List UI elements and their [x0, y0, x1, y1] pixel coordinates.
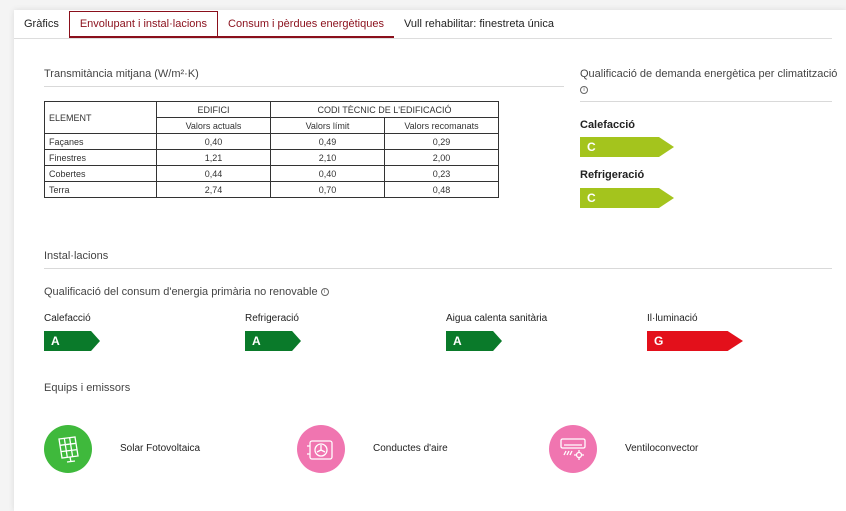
consum-label-calefaccio: Calefacció — [44, 313, 91, 324]
table-row: Cobertes 0,44 0,40 0,23 — [44, 165, 499, 182]
consum-grade-acs: A — [446, 331, 502, 351]
header-limit: Valors límit — [270, 117, 385, 134]
header-codi: CODI TÈCNIC DE L'EDIFICACIÓ — [270, 101, 499, 118]
cell-recomanat: 2,00 — [384, 149, 499, 166]
info-icon[interactable]: i — [580, 86, 588, 95]
consum-grade-illuminacio: G — [647, 331, 743, 351]
consum-label-illuminacio: Il·luminació — [647, 313, 698, 324]
cell-element: Finestres — [44, 149, 157, 166]
transmittance-title: Transmitància mitjana (W/m²·K) — [44, 68, 199, 80]
demand-grade-calefaccio: C — [580, 137, 674, 157]
tab-rehabilitar[interactable]: Vull rehabilitar: finestreta única — [394, 12, 564, 38]
table-row: Terra 2,74 0,70 0,48 — [44, 181, 499, 198]
demand-label-calefaccio: Calefacció — [580, 119, 636, 131]
divider — [580, 101, 832, 102]
info-icon[interactable]: i — [320, 288, 329, 297]
equip-label: Ventiloconvector — [625, 443, 699, 454]
demand-info[interactable]: i — [580, 84, 588, 96]
tab-envolupant[interactable]: Envolupant i instal·lacions — [68, 11, 219, 38]
equip-icon-circle — [549, 425, 597, 473]
equip-icon-circle — [44, 425, 92, 473]
consum-label-refrigeracio: Refrigeració — [245, 313, 299, 324]
cell-element: Terra — [44, 181, 157, 198]
solar-panel-icon — [58, 436, 79, 463]
equip-icon-circle — [297, 425, 345, 473]
cell-recomanat: 0,29 — [384, 133, 499, 150]
divider — [44, 268, 832, 269]
installations-title: Instal·lacions — [44, 250, 109, 262]
cell-limit: 0,49 — [270, 133, 385, 150]
consum-title: Qualificació del consum d'energia primàr… — [44, 286, 329, 298]
header-actuals: Valors actuals — [156, 117, 271, 134]
consum-grade-refrigeracio: A — [245, 331, 301, 351]
cell-limit: 2,10 — [270, 149, 385, 166]
table-row: Finestres 1,21 2,10 2,00 — [44, 149, 499, 166]
table-row: Façanes 0,40 0,49 0,29 — [44, 133, 499, 150]
cell-recomanat: 0,23 — [384, 165, 499, 182]
cell-actual: 0,44 — [156, 165, 271, 182]
demand-title: Qualificació de demanda energètica per c… — [580, 68, 838, 80]
cell-limit: 0,70 — [270, 181, 385, 198]
cell-recomanat: 0,48 — [384, 181, 499, 198]
tab-grafics[interactable]: Gràfics — [14, 12, 69, 38]
divider — [44, 86, 564, 87]
transmittance-table: ELEMENT EDIFICI CODI TÈCNIC DE L'EDIFICA… — [44, 101, 499, 198]
header-recomanats: Valors recomanats — [384, 117, 499, 134]
cell-element: Façanes — [44, 133, 157, 150]
cell-limit: 0,40 — [270, 165, 385, 182]
cell-actual: 2,74 — [156, 181, 271, 198]
header-edifici: EDIFICI — [156, 101, 271, 118]
fan-coil-icon — [560, 438, 586, 460]
cell-actual: 0,40 — [156, 133, 271, 150]
consum-label-acs: Aigua calenta sanitària — [446, 313, 548, 324]
equip-label: Conductes d'aire — [373, 443, 448, 454]
demand-grade-refrigeracio: C — [580, 188, 674, 208]
demand-label-refrigeracio: Refrigeració — [580, 169, 645, 181]
cell-element: Cobertes — [44, 165, 157, 182]
air-duct-icon — [307, 440, 333, 460]
header-element: ELEMENT — [44, 101, 157, 134]
cell-actual: 1,21 — [156, 149, 271, 166]
tab-consum[interactable]: Consum i pèrdues energètiques — [218, 12, 394, 38]
tab-bar: Gràfics Envolupant i instal·lacions Cons… — [14, 8, 832, 39]
consum-grade-calefaccio: A — [44, 331, 100, 351]
equip-label: Solar Fotovoltaica — [120, 443, 201, 454]
equips-title: Equips i emissors — [44, 382, 131, 394]
